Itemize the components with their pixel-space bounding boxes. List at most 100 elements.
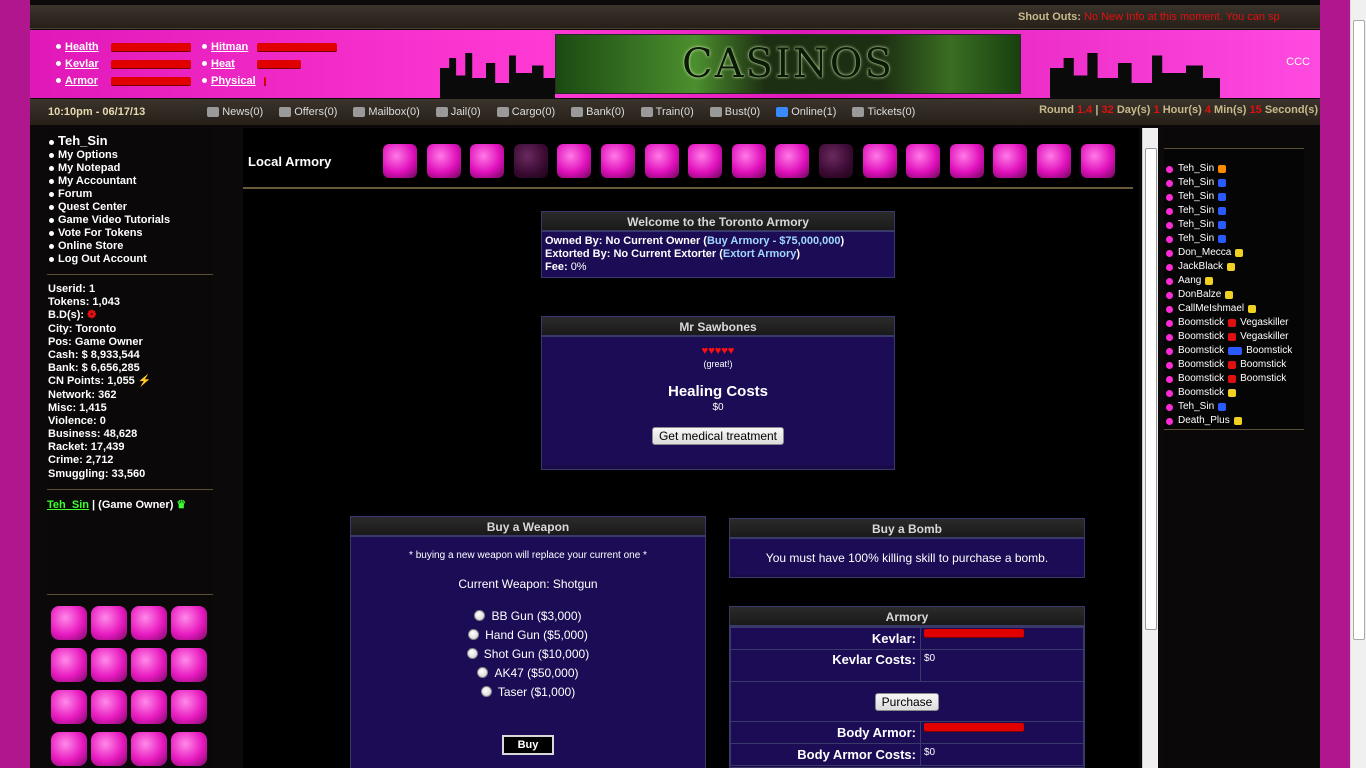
nav-bank[interactable]: Bank(0) bbox=[571, 106, 625, 118]
gun-icon[interactable] bbox=[383, 144, 417, 178]
weapon-option[interactable]: AK47 ($50,000) bbox=[354, 664, 702, 683]
helmet-icon[interactable] bbox=[51, 732, 87, 766]
menu-my-accountant[interactable]: My Accountant bbox=[49, 175, 213, 188]
nav-tickets[interactable]: Tickets(0) bbox=[852, 106, 915, 118]
pin-icon[interactable] bbox=[131, 606, 167, 640]
list-item[interactable]: Death_Plus bbox=[1164, 414, 1304, 428]
list-item[interactable]: Boomstick Boomstick bbox=[1164, 372, 1304, 386]
badge-icon[interactable] bbox=[426, 144, 461, 178]
list-item[interactable]: Teh_Sin bbox=[1164, 232, 1304, 246]
heat-link[interactable]: Heat bbox=[211, 58, 249, 70]
knife-icon[interactable] bbox=[513, 144, 548, 178]
menu-video-tutorials[interactable]: Game Video Tutorials bbox=[49, 214, 213, 227]
scroll-thumb[interactable] bbox=[1145, 148, 1157, 630]
health-link[interactable]: Health bbox=[65, 41, 103, 53]
store-icon[interactable] bbox=[51, 690, 87, 724]
menu-quest-center[interactable]: Quest Center bbox=[49, 201, 213, 214]
list-item[interactable]: CallMeIshmael bbox=[1164, 302, 1304, 316]
playing-cards-icon[interactable] bbox=[906, 144, 941, 178]
window-scrollbar[interactable] bbox=[1350, 0, 1366, 768]
radio-button[interactable] bbox=[466, 648, 478, 659]
list-item[interactable]: Teh_Sin bbox=[1164, 218, 1304, 232]
book-icon[interactable] bbox=[949, 144, 984, 178]
owl-icon[interactable] bbox=[1080, 144, 1115, 178]
casinos-logo[interactable]: CASINOS bbox=[555, 34, 1021, 94]
content-scrollbar[interactable] bbox=[1142, 128, 1158, 768]
list-item[interactable]: Boomstick bbox=[1164, 386, 1304, 400]
nav-news[interactable]: News(0) bbox=[207, 106, 263, 118]
building-icon[interactable] bbox=[600, 144, 635, 178]
radio-button[interactable] bbox=[474, 610, 486, 621]
list-item[interactable]: Boomstick Boomstick bbox=[1164, 344, 1304, 358]
purchase-button[interactable]: Purchase bbox=[874, 692, 940, 711]
gift-box-icon[interactable] bbox=[51, 648, 87, 682]
bow-icon[interactable] bbox=[91, 648, 127, 682]
star-list-icon[interactable] bbox=[171, 606, 207, 640]
gavel-icon[interactable] bbox=[993, 144, 1028, 178]
nav-cargo[interactable]: Cargo(0) bbox=[496, 106, 555, 118]
tent-icon[interactable] bbox=[688, 144, 723, 178]
person-icon[interactable] bbox=[171, 732, 207, 766]
survey-2-icon[interactable] bbox=[131, 690, 167, 724]
search-person-icon[interactable] bbox=[51, 606, 87, 640]
cards-icon[interactable] bbox=[91, 606, 127, 640]
weapon-option[interactable]: Taser ($1,000) bbox=[354, 683, 702, 702]
table-row: Kevlar: bbox=[730, 627, 1084, 650]
list-item[interactable]: Teh_Sin bbox=[1164, 190, 1304, 204]
menu-vote-tokens[interactable]: Vote For Tokens bbox=[49, 227, 213, 240]
casino-chip-icon[interactable] bbox=[557, 144, 592, 178]
boxing-gloves-icon[interactable] bbox=[818, 144, 853, 178]
armor-link[interactable]: Armor bbox=[65, 75, 103, 87]
radio-button[interactable] bbox=[468, 629, 480, 640]
kevlar-link[interactable]: Kevlar bbox=[65, 58, 103, 70]
weapon-option[interactable]: Shot Gun ($10,000) bbox=[354, 645, 702, 664]
search-doc-icon[interactable] bbox=[91, 732, 127, 766]
jail-bars-icon[interactable] bbox=[644, 144, 679, 178]
slot-machine-icon[interactable] bbox=[731, 144, 766, 178]
bar-icon[interactable] bbox=[862, 144, 897, 178]
radio-button[interactable] bbox=[480, 686, 492, 697]
medical-cross-icon[interactable] bbox=[470, 144, 505, 178]
buy-armory-link[interactable]: Buy Armory - $75,000,000 bbox=[707, 235, 841, 247]
nav-offers[interactable]: Offers(0) bbox=[279, 106, 337, 118]
list-item[interactable]: Boomstick Vegaskiller bbox=[1164, 330, 1304, 344]
tag-icon[interactable] bbox=[171, 690, 207, 724]
list-item[interactable]: JackBlack bbox=[1164, 260, 1304, 274]
badge-icon[interactable] bbox=[131, 732, 167, 766]
list-item[interactable]: Teh_Sin bbox=[1164, 176, 1304, 190]
list-item[interactable]: Boomstick Boomstick bbox=[1164, 358, 1304, 372]
survey-icon[interactable] bbox=[91, 690, 127, 724]
safe-icon[interactable] bbox=[171, 648, 207, 682]
list-item[interactable]: DonBalze bbox=[1164, 288, 1304, 302]
window-scroll-thumb[interactable] bbox=[1353, 20, 1365, 640]
list-item[interactable]: Teh_Sin bbox=[1164, 204, 1304, 218]
menu-log-out[interactable]: Log Out Account bbox=[49, 253, 213, 266]
nav-mailbox[interactable]: Mailbox(0) bbox=[353, 106, 420, 118]
org-chart-icon[interactable] bbox=[131, 648, 167, 682]
menu-forum[interactable]: Forum bbox=[49, 188, 213, 201]
list-item[interactable]: Boomstick Vegaskiller bbox=[1164, 316, 1304, 330]
menu-online-store[interactable]: Online Store bbox=[49, 240, 213, 253]
weapon-option[interactable]: BB Gun ($3,000) bbox=[354, 607, 702, 626]
nav-jail[interactable]: Jail(0) bbox=[435, 106, 481, 118]
weapon-option[interactable]: Hand Gun ($5,000) bbox=[354, 626, 702, 645]
nav-online[interactable]: Online(1) bbox=[776, 106, 836, 118]
owner-name[interactable]: Teh_Sin bbox=[47, 499, 89, 511]
menu-my-notepad[interactable]: My Notepad bbox=[49, 162, 213, 175]
radio-button[interactable] bbox=[477, 667, 489, 678]
physical-link[interactable]: Physical bbox=[211, 75, 256, 87]
nav-bust[interactable]: Bust(0) bbox=[709, 106, 760, 118]
list-item[interactable]: Aang bbox=[1164, 274, 1304, 288]
tombstone-icon[interactable] bbox=[1036, 144, 1071, 178]
menu-my-options[interactable]: My Options bbox=[49, 149, 213, 162]
hitman-link[interactable]: Hitman bbox=[211, 41, 249, 53]
list-item[interactable]: Teh_Sin bbox=[1164, 162, 1304, 176]
list-item[interactable]: Teh_Sin bbox=[1164, 400, 1304, 414]
list-item[interactable]: Don_Mecca bbox=[1164, 246, 1304, 260]
medical-treatment-button[interactable]: Get medical treatment bbox=[651, 427, 785, 445]
hydrant-icon[interactable] bbox=[775, 144, 810, 178]
menu-username[interactable]: Teh_Sin bbox=[49, 132, 213, 149]
nav-train[interactable]: Train(0) bbox=[640, 106, 694, 118]
buy-weapon-button[interactable]: Buy bbox=[502, 735, 554, 755]
extort-armory-link[interactable]: Extort Armory bbox=[723, 248, 797, 260]
